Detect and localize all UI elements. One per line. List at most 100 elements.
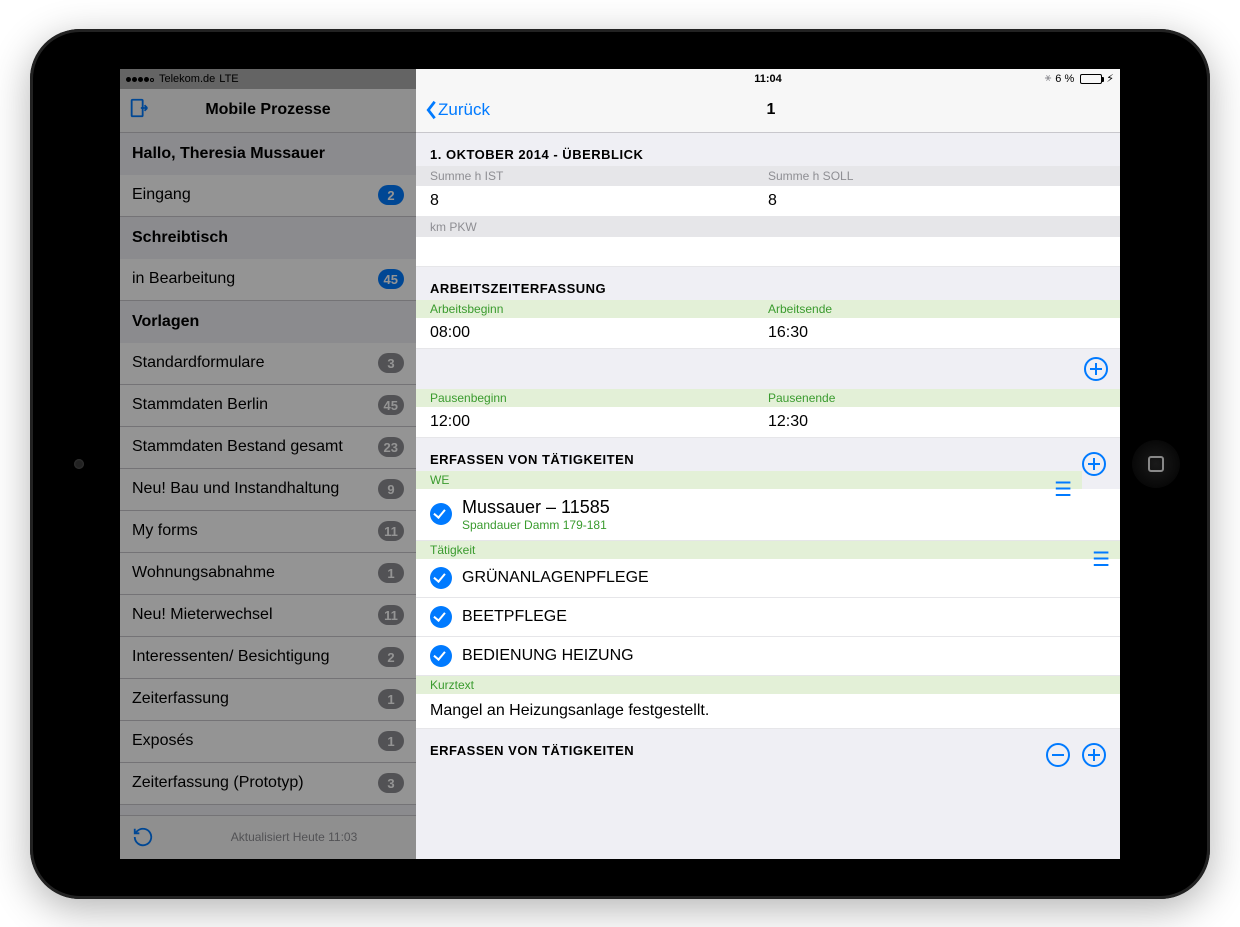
val-arbeitsende: 16:30 <box>768 324 1106 342</box>
sidebar-footer-label: Aktualisiert Heute 11:03 <box>184 830 404 844</box>
sidebar-badge: 3 <box>378 773 404 793</box>
sidebar-badge: 11 <box>378 605 404 625</box>
tasks2-heading-label: ERFASSEN VON TÄTIGKEITEN <box>430 743 634 758</box>
overview-values: 8 8 <box>416 186 1120 217</box>
lbl-pausenende: Pausenende <box>768 391 1106 405</box>
add-time-row <box>416 349 1120 389</box>
lbl-km: km PKW <box>430 220 1106 234</box>
sidebar-item-label: Standardformulare <box>132 354 265 372</box>
task-label: BEDIENUNG HEIZUNG <box>462 647 634 665</box>
add-time-button[interactable] <box>1084 357 1108 381</box>
back-button[interactable]: Zurück <box>424 99 490 121</box>
sidebar-header: Schreibtisch <box>120 217 416 259</box>
sidebar-item-label: Stammdaten Berlin <box>132 396 268 414</box>
pause-values[interactable]: 12:00 12:30 <box>416 407 1120 438</box>
we-label: WE <box>430 473 449 487</box>
sidebar-badge: 45 <box>378 395 404 415</box>
time-heading: ARBEITSZEITERFASSUNG <box>416 267 1120 300</box>
sidebar-item[interactable]: Stammdaten Bestand gesamt 23 <box>120 427 416 469</box>
charging-icon: ⚡︎ <box>1106 72 1114 85</box>
screen: Telekom.de LTE Mobile Prozesse Hallo, Th… <box>120 69 1120 859</box>
sidebar-item-label: Wohnungsabnahme <box>132 564 275 582</box>
we-label-row: WE ☰ <box>416 471 1082 489</box>
home-button[interactable] <box>1132 440 1180 488</box>
sidebar-nav: Mobile Prozesse <box>120 89 416 133</box>
task-label: BEETPFLEGE <box>462 608 567 626</box>
network-label: LTE <box>219 73 238 85</box>
sidebar-item-label: Interessenten/ Besichtigung <box>132 648 329 666</box>
sidebar-badge: 23 <box>378 437 404 457</box>
time-labels: Arbeitsbeginn Arbeitsende <box>416 300 1120 318</box>
detail-scroll[interactable]: 1. OKTOBER 2014 - ÜBERBLICK Summe h IST … <box>416 133 1120 859</box>
sidebar-item-label: Zeiterfassung (Prototyp) <box>132 774 304 792</box>
overview-km-value[interactable] <box>416 237 1120 267</box>
task-label: GRÜNANLAGENPFLEGE <box>462 569 649 587</box>
check-icon <box>430 606 452 628</box>
remove-task-button[interactable] <box>1046 743 1070 767</box>
sidebar-item-label: My forms <box>132 522 198 540</box>
sidebar-item[interactable]: Zeiterfassung1 <box>120 679 416 721</box>
task-item[interactable]: BEETPFLEGE <box>416 598 1120 637</box>
listmenu-icon[interactable]: ☰ <box>1092 547 1110 572</box>
sidebar-item[interactable]: Standardformulare3 <box>120 343 416 385</box>
sidebar: Telekom.de LTE Mobile Prozesse Hallo, Th… <box>120 69 416 859</box>
status-bar-right: 11:04 ⚹ 6 % ⚡︎ <box>416 69 1120 89</box>
sidebar-item[interactable]: Eingang2 <box>120 175 416 217</box>
detail-nav: Zurück 1 <box>416 89 1120 133</box>
sidebar-item[interactable]: Neu! Mieterwechsel11 <box>120 595 416 637</box>
greeting: Hallo, Theresia Mussauer <box>120 133 416 175</box>
sidebar-badge: 1 <box>378 731 404 751</box>
kurztext-value[interactable]: Mangel an Heizungsanlage festgestellt. <box>416 694 1120 729</box>
taetigkeit-label-row: Tätigkeit ☰ <box>416 541 1120 559</box>
sidebar-badge: 9 <box>378 479 404 499</box>
sidebar-item[interactable]: Neu! Bau und Instandhaltung 9 <box>120 469 416 511</box>
back-label: Zurück <box>438 100 490 120</box>
task-item[interactable]: GRÜNANLAGENPFLEGE <box>416 559 1120 598</box>
ipad-frame: Telekom.de LTE Mobile Prozesse Hallo, Th… <box>30 29 1210 899</box>
sidebar-item[interactable]: Interessenten/ Besichtigung2 <box>120 637 416 679</box>
sidebar-item[interactable]: in Bearbeitung45 <box>120 259 416 301</box>
overview-km-label: km PKW <box>416 217 1120 237</box>
lbl-summe-soll: Summe h SOLL <box>768 169 1106 183</box>
sidebar-badge: 1 <box>378 563 404 583</box>
lbl-pausenbeginn: Pausenbeginn <box>430 391 768 405</box>
sidebar-item[interactable]: Zeiterfassung (Prototyp) 3 <box>120 763 416 805</box>
val-pausenbeginn: 12:00 <box>430 413 768 431</box>
taetigkeit-label: Tätigkeit <box>430 543 475 557</box>
overview-labels: Summe h IST Summe h SOLL <box>416 166 1120 186</box>
sidebar-badge: 1 <box>378 689 404 709</box>
sidebar-item[interactable]: Stammdaten Berlin 45 <box>120 385 416 427</box>
sidebar-item-label: in Bearbeitung <box>132 270 235 288</box>
detail-title: 1 <box>490 101 1052 119</box>
time-values[interactable]: 08:00 16:30 <box>416 318 1120 349</box>
kurztext-label: Kurztext <box>430 678 474 692</box>
listmenu-icon[interactable]: ☰ <box>1054 477 1072 502</box>
sidebar-item[interactable]: Exposés1 <box>120 721 416 763</box>
sidebar-footer: Aktualisiert Heute 11:03 <box>120 815 416 859</box>
device-camera <box>74 459 84 469</box>
status-time: 11:04 <box>754 73 782 85</box>
refresh-icon[interactable] <box>132 826 154 848</box>
sidebar-title: Mobile Prozesse <box>150 101 386 119</box>
add-task-button[interactable] <box>1082 452 1106 476</box>
kurztext-label-row: Kurztext <box>416 676 1120 694</box>
sidebar-item[interactable]: Wohnungsabnahme 1 <box>120 553 416 595</box>
sidebar-item-label: Neu! Bau und Instandhaltung <box>132 480 339 498</box>
detail-pane: 11:04 ⚹ 6 % ⚡︎ Zurück 1 <box>416 69 1120 859</box>
sidebar-item-label: Stammdaten Bestand gesamt <box>132 438 343 456</box>
val-arbeitsbeginn: 08:00 <box>430 324 768 342</box>
tasks-heading-label: ERFASSEN VON TÄTIGKEITEN <box>430 452 634 467</box>
we-title: Mussauer – 11585 <box>462 497 610 517</box>
task-item[interactable]: BEDIENUNG HEIZUNG <box>416 637 1120 676</box>
status-bar-left: Telekom.de LTE <box>120 69 416 89</box>
we-item[interactable]: Mussauer – 11585 Spandauer Damm 179-181 <box>416 489 1120 541</box>
sidebar-item[interactable]: My forms11 <box>120 511 416 553</box>
signal-dots-icon <box>126 73 155 85</box>
val-summe-ist: 8 <box>430 192 768 210</box>
check-icon <box>430 645 452 667</box>
sidebar-list[interactable]: Hallo, Theresia MussauerEingang2Schreibt… <box>120 133 416 815</box>
exit-icon[interactable] <box>128 97 150 124</box>
sidebar-header: Vorlagen <box>120 301 416 343</box>
battery-pct: 6 % <box>1055 73 1074 85</box>
add-task2-button[interactable] <box>1082 743 1106 767</box>
